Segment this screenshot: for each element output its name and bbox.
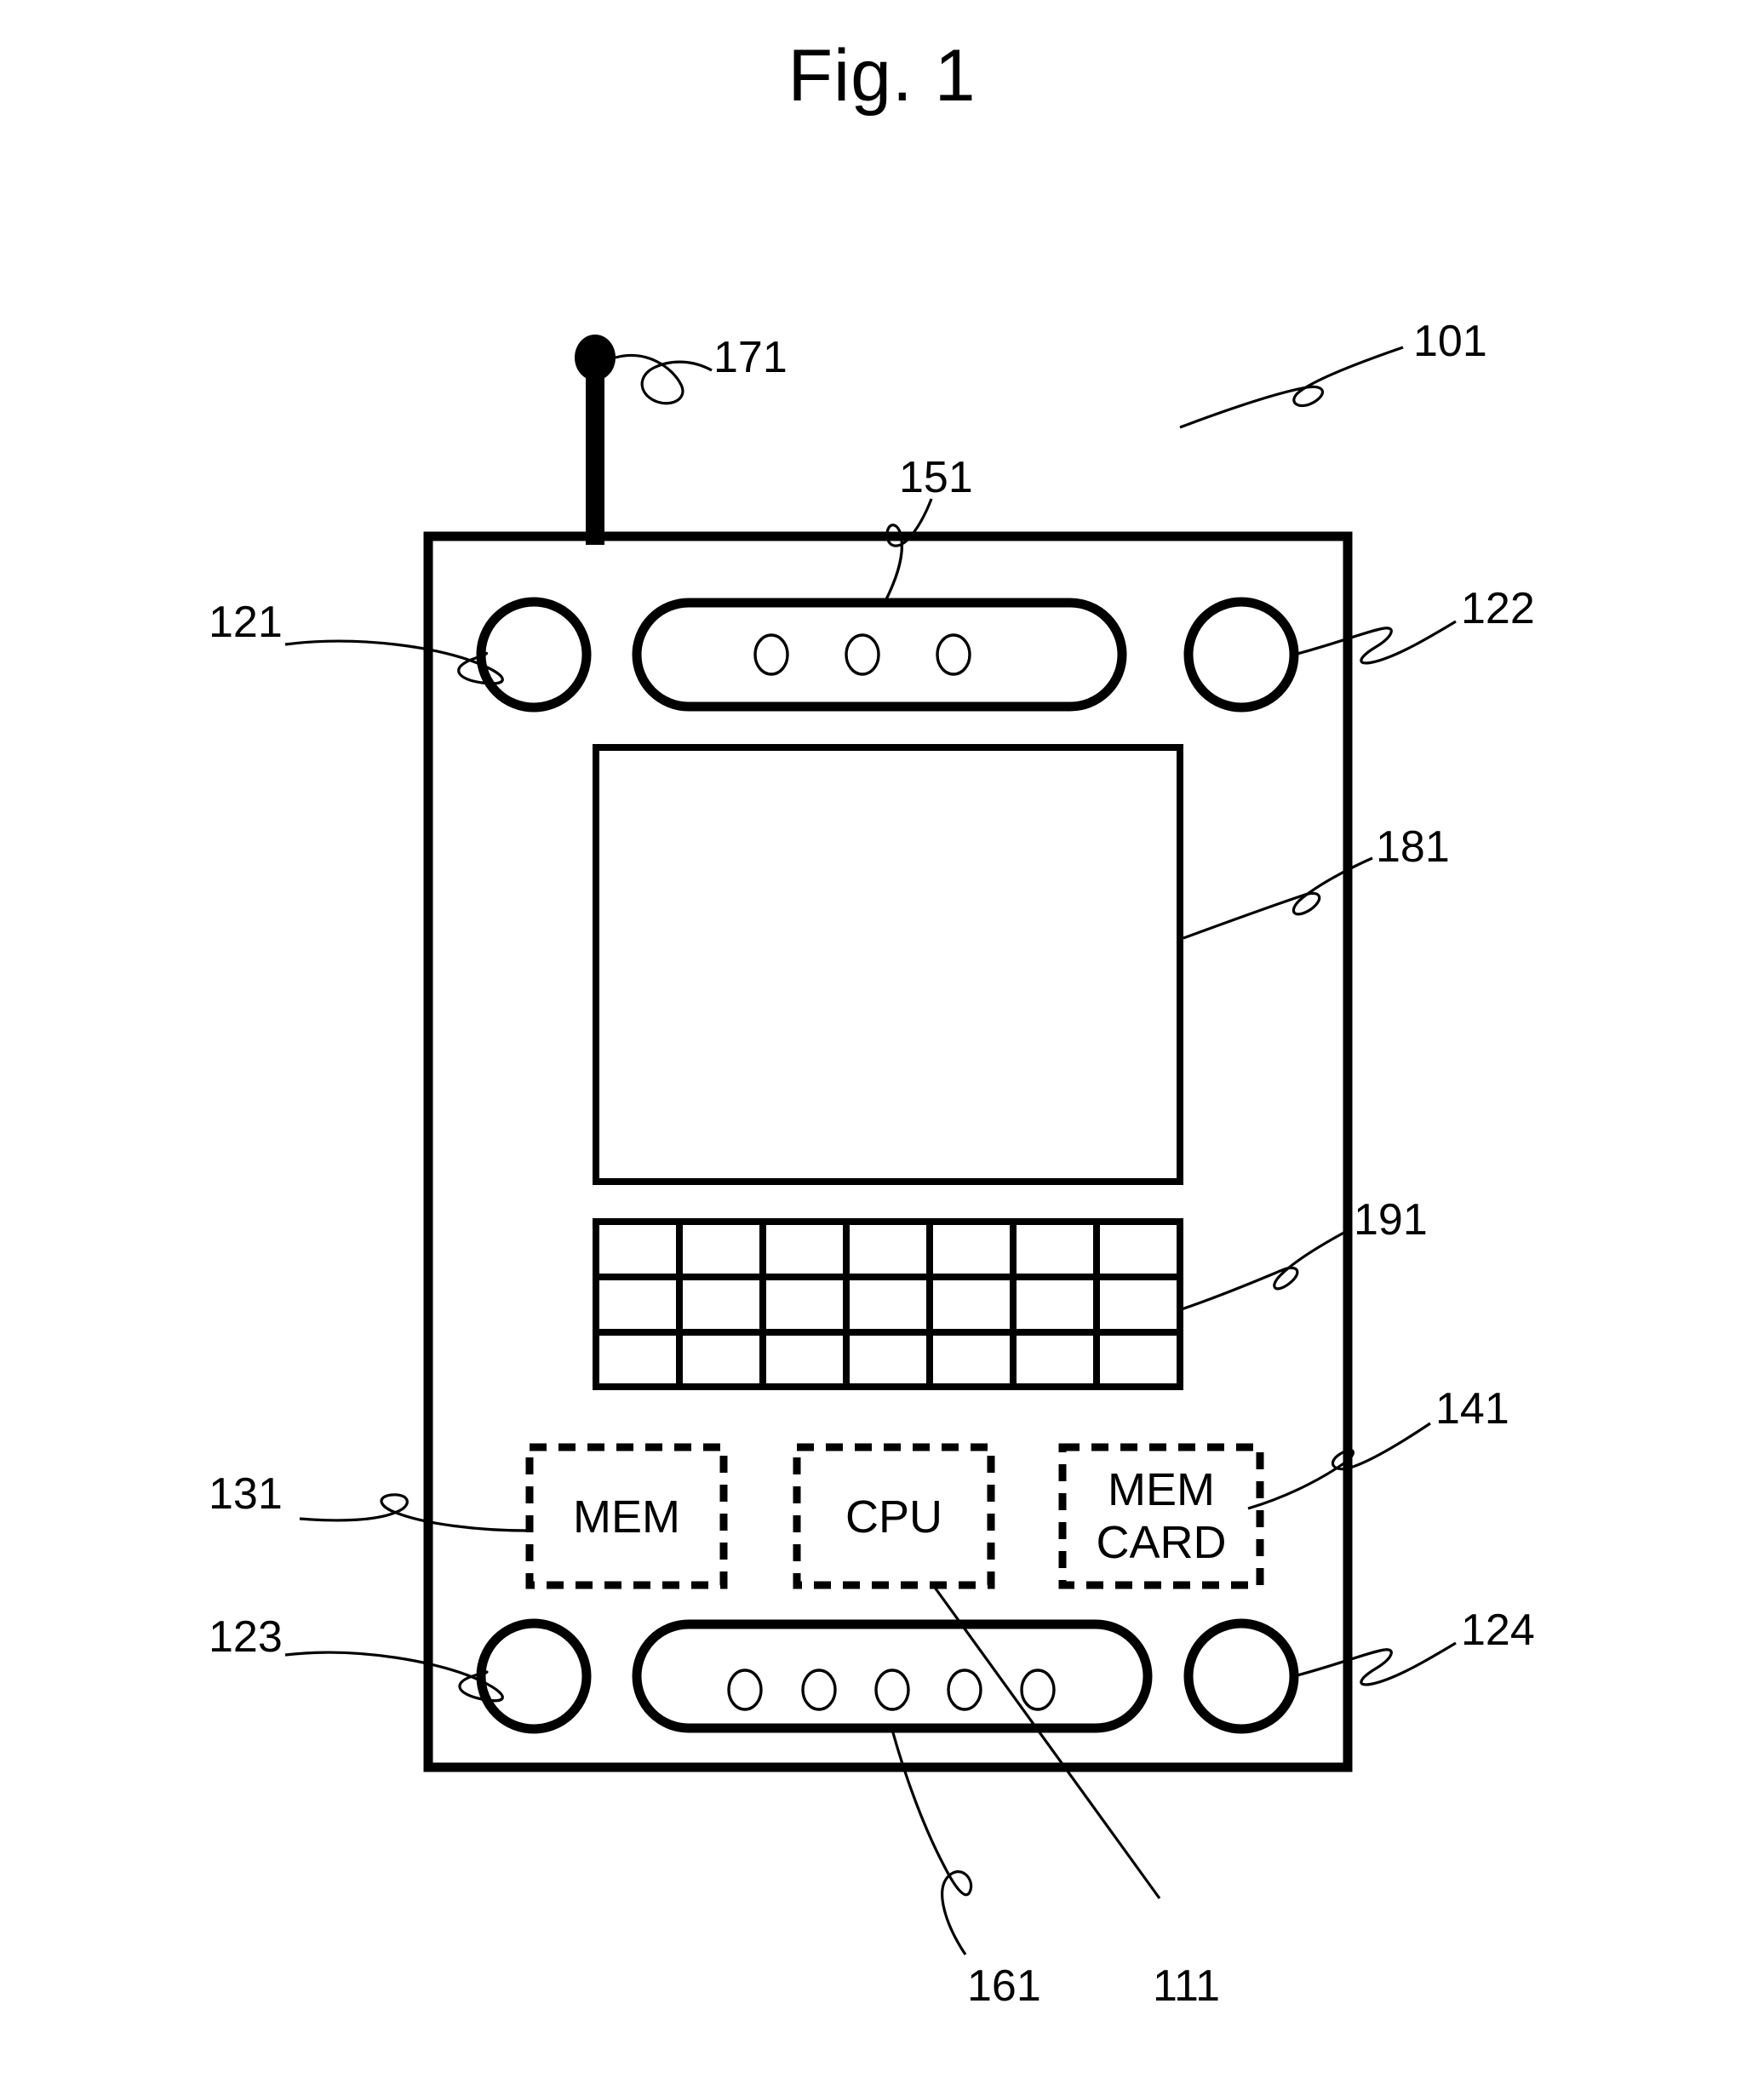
ref-numeral-101: 101 [1413, 317, 1487, 366]
keypad-outline [593, 1218, 1183, 1390]
ref-numeral-171: 171 [713, 333, 788, 382]
ref-numeral-141: 141 [1435, 1384, 1509, 1434]
leader-line-101 [1179, 346, 1404, 429]
leader-line-123 [284, 1651, 504, 1703]
ref-numeral-111: 111 [1153, 1961, 1220, 2011]
memcard-block-group: MEM CARD [1058, 1422, 1431, 1589]
corner-element-top-right [1183, 597, 1299, 713]
ref-numeral-124: 124 [1461, 1606, 1535, 1655]
antenna-group [575, 335, 713, 545]
leader-line-124 [1293, 1641, 1457, 1686]
ref-numeral-121: 121 [209, 598, 283, 647]
speaker-hole [845, 633, 880, 676]
mem-block-group: MEM [299, 1443, 728, 1589]
ref-numeral-122: 122 [1461, 584, 1535, 633]
leader-line-191 [1181, 1228, 1351, 1311]
microphone-group [632, 1619, 1153, 1955]
earpiece-speaker-group [632, 498, 1127, 712]
memory-card-label-line1: MEM [1108, 1464, 1215, 1515]
speaker-hole [936, 633, 971, 676]
memory-block-label: MEM [573, 1491, 680, 1543]
leader-line-171 [615, 353, 713, 405]
keypad-grid [593, 1218, 1351, 1390]
memory-card-label-line2: CARD [1096, 1517, 1226, 1568]
leader-line-141 [1247, 1422, 1431, 1510]
antenna-tip [575, 335, 616, 381]
ref-numeral-181: 181 [1376, 822, 1450, 872]
microphone-hole [874, 1669, 910, 1711]
microphone-hole [801, 1669, 837, 1711]
microphone-hole [947, 1669, 982, 1711]
corner-element-top-left [476, 597, 592, 713]
ref-numeral-123: 123 [209, 1612, 283, 1662]
leader-line-122 [1293, 620, 1457, 665]
patent-figure-root: Fig. 1 171 101 151 121 122 181 191 MEM 1… [0, 0, 1764, 2078]
figure-drawing: 171 101 151 121 122 181 191 MEM 131 CPU … [209, 317, 1535, 2011]
ref-numeral-131: 131 [209, 1469, 283, 1519]
cpu-block-group: CPU [793, 1443, 1161, 1899]
corner-element-bottom-right [1183, 1618, 1299, 1734]
speaker-hole [753, 633, 789, 676]
antenna-shaft [586, 356, 604, 545]
ref-numeral-191: 191 [1354, 1195, 1428, 1245]
leader-line-121 [284, 639, 504, 685]
ref-numeral-161: 161 [967, 1961, 1041, 2011]
display-screen [593, 744, 1183, 1185]
leader-line-151 [884, 498, 933, 602]
leader-line-131 [299, 1493, 529, 1532]
corner-element-bottom-left [476, 1618, 592, 1734]
microphone-hole [727, 1669, 763, 1711]
cpu-block-label: CPU [845, 1491, 942, 1543]
microphone-hole [1020, 1669, 1056, 1711]
ref-numeral-151: 151 [899, 453, 973, 502]
